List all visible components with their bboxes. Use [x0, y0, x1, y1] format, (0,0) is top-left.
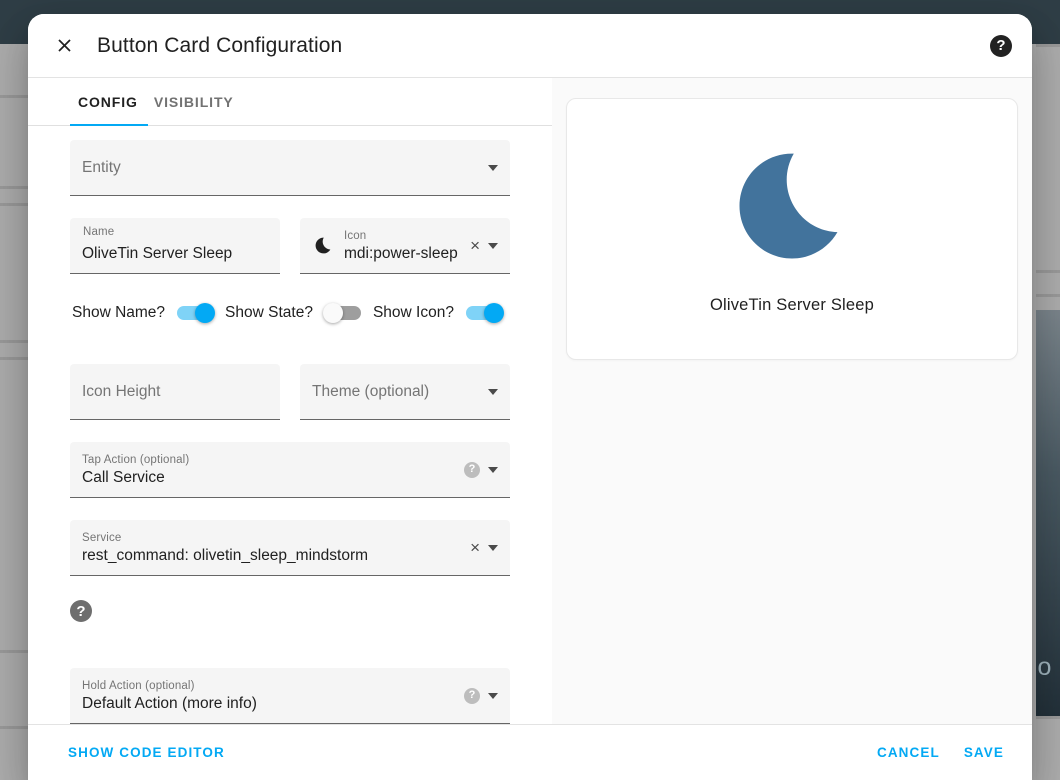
name-field[interactable]: Name OliveTin Server Sleep — [70, 218, 280, 274]
chevron-down-icon[interactable] — [488, 389, 498, 395]
icon-field-text-wrap: Icon mdi:power-sleep — [344, 218, 462, 273]
service-adornments: × — [462, 539, 498, 556]
hold-action-field[interactable]: Hold Action (optional) Default Action (m… — [70, 668, 510, 724]
config-form: Entity Name OliveTin Server Sleep — [28, 126, 552, 724]
chevron-down-icon[interactable] — [488, 243, 498, 249]
help-circle-icon[interactable]: ? — [464, 462, 480, 478]
spacer — [70, 498, 510, 520]
name-field-label: Name — [83, 226, 114, 238]
preview-card-name: OliveTin Server Sleep — [710, 296, 874, 315]
name-field-value: OliveTin Server Sleep — [82, 245, 232, 263]
tab-bar: CONFIG VISIBILITY — [28, 78, 552, 126]
show-name-label: Show Name? — [72, 304, 165, 322]
help-circle-icon[interactable]: ? — [990, 35, 1012, 57]
show-icon-label: Show Icon? — [373, 304, 454, 322]
tap-action-value: Call Service — [82, 469, 456, 487]
spacer — [70, 196, 510, 218]
show-code-editor-button[interactable]: SHOW CODE EDITOR — [56, 737, 237, 768]
theme-adornments — [480, 389, 498, 395]
chevron-down-icon[interactable] — [488, 467, 498, 473]
hold-action-value: Default Action (more info) — [82, 695, 456, 713]
icon-field[interactable]: Icon mdi:power-sleep × — [300, 218, 510, 274]
service-field[interactable]: Service rest_command: olivetin_sleep_min… — [70, 520, 510, 576]
background-divider — [1036, 44, 1060, 47]
chevron-down-icon[interactable] — [488, 165, 498, 171]
show-state-label: Show State? — [225, 304, 313, 322]
dialog-body: CONFIG VISIBILITY Entity Name — [28, 78, 1032, 724]
chevron-down-icon[interactable] — [488, 693, 498, 699]
config-form-column: CONFIG VISIBILITY Entity Name — [28, 78, 552, 724]
background-divider — [1036, 294, 1060, 297]
show-icon-toggle[interactable] — [466, 306, 502, 320]
hold-action-adornments: ? — [456, 688, 498, 704]
spacer — [70, 576, 510, 600]
icon-height-field[interactable]: Icon Height — [70, 364, 280, 420]
toggle-knob — [323, 303, 343, 323]
icon-field-value: mdi:power-sleep — [344, 245, 462, 263]
icon-field-adornments: × — [462, 237, 498, 254]
spacer — [70, 622, 510, 668]
background-dark-card-label: io — [1036, 653, 1051, 682]
active-tab-indicator — [70, 124, 148, 126]
moon-waning-crescent-icon — [312, 236, 334, 255]
tab-visibility[interactable]: VISIBILITY — [146, 78, 242, 126]
background-divider — [1036, 716, 1060, 719]
dialog-title: Button Card Configuration — [97, 34, 342, 58]
entity-field[interactable]: Entity — [70, 140, 510, 196]
service-help-row: ? — [70, 600, 510, 622]
service-label: Service — [82, 532, 121, 544]
tap-action-text-wrap: Tap Action (optional) Call Service — [82, 442, 456, 497]
spacer — [70, 420, 510, 442]
dialog-header: Button Card Configuration ? — [28, 14, 1032, 78]
entity-adornments — [480, 165, 498, 171]
theme-placeholder: Theme (optional) — [312, 383, 429, 401]
icon-field-label: Icon — [344, 230, 366, 242]
spacer — [70, 322, 510, 364]
show-state-toggle[interactable] — [325, 306, 361, 320]
help-circle-icon[interactable]: ? — [464, 688, 480, 704]
clear-icon[interactable]: × — [470, 237, 480, 254]
cancel-button[interactable]: CANCEL — [865, 737, 952, 768]
chevron-down-icon[interactable] — [488, 545, 498, 551]
iconheight-theme-row: Icon Height Theme (optional) — [70, 364, 510, 420]
hold-action-label: Hold Action (optional) — [82, 680, 195, 692]
spacer — [70, 274, 510, 304]
icon-height-placeholder: Icon Height — [82, 383, 160, 401]
tap-action-label: Tap Action (optional) — [82, 454, 189, 466]
entity-placeholder: Entity — [82, 159, 121, 177]
tap-action-field[interactable]: Tap Action (optional) Call Service ? — [70, 442, 510, 498]
display-toggles-row: Show Name? Show State? Show Icon? — [70, 304, 510, 322]
name-icon-row: Name OliveTin Server Sleep Icon mdi:powe… — [70, 218, 510, 274]
tap-action-adornments: ? — [456, 462, 498, 478]
clear-icon[interactable]: × — [470, 539, 480, 556]
show-name-toggle[interactable] — [177, 306, 213, 320]
service-text-wrap: Service rest_command: olivetin_sleep_min… — [82, 520, 462, 575]
save-button[interactable]: SAVE — [952, 737, 1016, 768]
toggle-knob — [484, 303, 504, 323]
service-value: rest_command: olivetin_sleep_mindstorm — [82, 547, 462, 565]
close-icon — [54, 35, 75, 56]
preview-button-card[interactable]: OliveTin Server Sleep — [566, 98, 1018, 360]
toggle-knob — [195, 303, 215, 323]
background-divider — [1036, 270, 1060, 273]
card-preview-column: OliveTin Server Sleep — [552, 78, 1032, 724]
button-card-configuration-dialog: Button Card Configuration ? CONFIG VISIB… — [28, 14, 1032, 780]
theme-field[interactable]: Theme (optional) — [300, 364, 510, 420]
background-dark-card: io — [1036, 310, 1060, 716]
moon-waning-crescent-icon — [729, 143, 855, 274]
dialog-footer: SHOW CODE EDITOR CANCEL SAVE — [28, 724, 1032, 780]
hold-action-text-wrap: Hold Action (optional) Default Action (m… — [82, 668, 456, 723]
help-circle-icon[interactable]: ? — [70, 600, 92, 622]
tab-config[interactable]: CONFIG — [70, 78, 146, 126]
close-button[interactable] — [44, 26, 84, 66]
